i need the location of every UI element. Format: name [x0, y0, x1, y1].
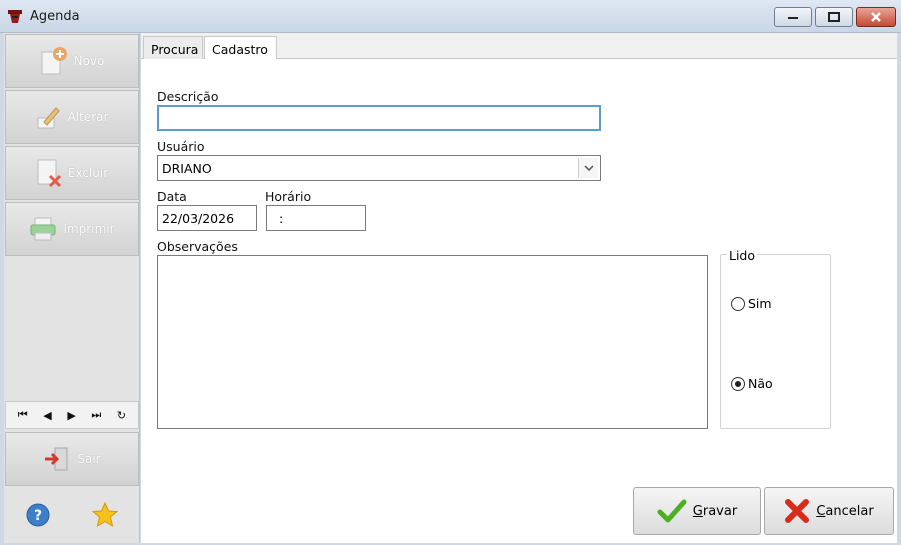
delete-document-icon: [37, 159, 61, 188]
usuario-select[interactable]: DRIANO: [157, 155, 601, 181]
sim-label: Sim: [748, 296, 772, 311]
first-record-icon[interactable]: ⏮: [18, 408, 28, 422]
excluir-button[interactable]: Excluir: [5, 146, 139, 200]
nao-label: Não: [748, 376, 773, 391]
novo-button[interactable]: Novo: [5, 34, 139, 88]
data-input[interactable]: 22/03/2026: [157, 205, 257, 231]
svg-text:?: ?: [34, 508, 42, 524]
exit-door-icon: [45, 447, 68, 471]
tab-procura[interactable]: Procura: [143, 36, 203, 59]
radio-circle-icon: [731, 296, 745, 311]
usuario-label: Usuário: [157, 139, 205, 154]
sair-label: Sair: [77, 452, 101, 466]
horario-input[interactable]: :: [266, 205, 366, 231]
radio-selected-icon: [731, 376, 745, 391]
minimize-icon: [788, 17, 798, 19]
refresh-icon[interactable]: ↻: [117, 409, 126, 422]
checkmark-icon: [657, 499, 687, 523]
cancel-x-icon: [785, 499, 810, 523]
novo-label: Novo: [73, 54, 105, 68]
cancelar-button[interactable]: Cancelar: [764, 487, 894, 535]
previous-record-icon[interactable]: ◀: [43, 409, 51, 422]
close-button[interactable]: [856, 7, 896, 27]
descricao-input[interactable]: [157, 105, 601, 131]
sidebar-footer: ?: [5, 489, 139, 541]
usuario-value: DRIANO: [162, 161, 212, 176]
edit-pencil-icon: [37, 107, 60, 129]
record-navigator: ⏮ ◀ ▶ ⏭ ↻: [5, 401, 139, 429]
lido-groupbox: Lido Sim Não: [720, 248, 831, 429]
restore-button[interactable]: [815, 7, 853, 27]
favorite-star-icon[interactable]: [91, 501, 119, 529]
excluir-label: Excluir: [67, 166, 109, 180]
nao-radio[interactable]: Não: [731, 376, 773, 391]
data-label: Data: [157, 189, 187, 204]
imprimir-button[interactable]: Imprimir: [5, 202, 139, 256]
observacoes-label: Observações: [157, 239, 238, 254]
cancelar-label: Cancelar: [816, 503, 874, 519]
cadastro-form: Descrição Usuário DRIANO Data 22/03/2026…: [141, 59, 897, 543]
chevron-down-icon[interactable]: [578, 158, 598, 178]
gravar-button[interactable]: Gravar: [633, 487, 761, 535]
gravar-label: Gravar: [692, 503, 738, 519]
tab-cadastro[interactable]: Cadastro: [204, 36, 277, 60]
main-panel: Procura Cadastro Descrição Usuário DRIAN…: [141, 33, 897, 543]
horario-label: Horário: [265, 189, 312, 204]
window-title: Agenda: [30, 9, 80, 24]
restore-icon: [828, 12, 840, 22]
tab-bar: Procura Cadastro: [141, 33, 897, 60]
sidebar: Novo Alterar Excluir Imprimir ⏮ ◀ ▶ ⏭ ↻: [4, 33, 140, 543]
new-document-icon: [41, 47, 67, 75]
last-record-icon[interactable]: ⏭: [91, 408, 101, 422]
next-record-icon[interactable]: ▶: [67, 409, 75, 422]
app-icon: [8, 10, 22, 23]
printer-icon: [30, 217, 56, 241]
observacoes-textarea[interactable]: [157, 255, 708, 429]
imprimir-label: Imprimir: [63, 222, 115, 236]
help-icon[interactable]: ?: [25, 502, 51, 528]
descricao-label: Descrição: [157, 89, 219, 104]
sair-button[interactable]: Sair: [5, 432, 139, 486]
lido-label: Lido: [727, 248, 758, 263]
sim-radio[interactable]: Sim: [731, 296, 772, 311]
alterar-label: Alterar: [67, 110, 109, 124]
alterar-button[interactable]: Alterar: [5, 90, 139, 144]
close-icon: [871, 12, 881, 22]
minimize-button[interactable]: [774, 7, 812, 27]
title-bar: Agenda: [0, 0, 901, 33]
